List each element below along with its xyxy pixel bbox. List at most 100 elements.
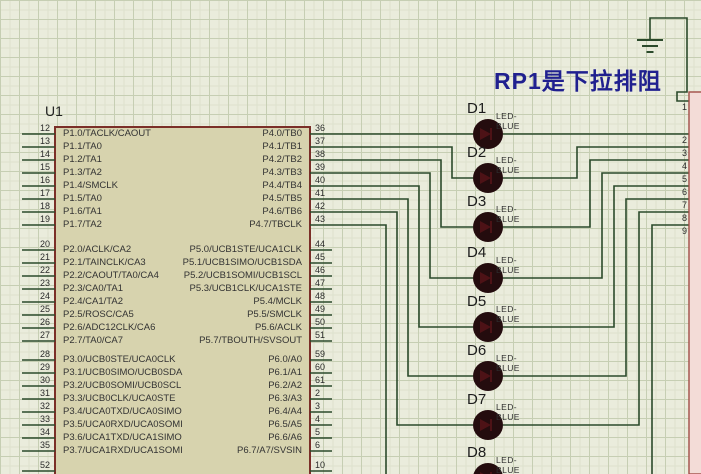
rp1-pin-number: 3 bbox=[682, 148, 687, 158]
rp1-pin-number: 6 bbox=[682, 187, 687, 197]
pin-number-right: 46 bbox=[315, 265, 325, 275]
pin-number-right: 40 bbox=[315, 175, 325, 185]
pin-row: 14 P1.2/TA1 P4.2/TB2 38 bbox=[0, 153, 701, 166]
pin-number-left: 25 bbox=[18, 304, 50, 314]
pin-number-right: 38 bbox=[315, 149, 325, 159]
schematic-canvas: U1 RP1是下拉排阻 12 P1.0/TACLK/CAOUT P4.0/TB0… bbox=[0, 0, 701, 474]
pin-number-left: 19 bbox=[18, 214, 50, 224]
pin-number-left: 30 bbox=[18, 375, 50, 385]
pin-row: 33 P3.5/UCA0RXD/UCA0SOMI P6.5/A5 4 bbox=[0, 418, 701, 431]
rp1-pin-number: 2 bbox=[682, 135, 687, 145]
pin-number-left: 21 bbox=[18, 252, 50, 262]
pin-number-left: 27 bbox=[18, 330, 50, 340]
pin-row: 35 P3.7/UCA1RXD/UCA1SOMI P6.7/A7/SVSIN 6 bbox=[0, 444, 701, 457]
pin-label-right: P5.1/UCB1SIMO/UCB1SDA bbox=[183, 256, 302, 269]
pin-number-left: 34 bbox=[18, 427, 50, 437]
mcu-ref-label: U1 bbox=[45, 103, 63, 119]
pin-label-right: P6.6/A6 bbox=[268, 431, 302, 444]
pin-number-right: 59 bbox=[315, 349, 325, 359]
pin-number-right: 3 bbox=[315, 401, 320, 411]
pin-number-left: 17 bbox=[18, 188, 50, 198]
ground-icon[interactable] bbox=[637, 40, 663, 52]
rp1-pin-number: 4 bbox=[682, 161, 687, 171]
pin-label-right: P5.3/UCB1CLK/UCA1STE bbox=[190, 282, 302, 295]
pin-label-left: P1.3/TA2 bbox=[63, 166, 102, 179]
pin-number-left: 29 bbox=[18, 362, 50, 372]
pin-row: 19 P1.7/TA2 P4.7/TBCLK 43 bbox=[0, 218, 701, 231]
pin-number-left: 52 bbox=[18, 460, 50, 470]
rp1-pin-number: 7 bbox=[682, 200, 687, 210]
pin-number-right: 42 bbox=[315, 201, 325, 211]
pin-group-p3-p6: 28 P3.0/UCB0STE/UCA0CLK P6.0/A0 59 29 P3… bbox=[0, 353, 701, 457]
pin-label-right: P6.3/A3 bbox=[268, 392, 302, 405]
pin-number-left: 16 bbox=[18, 175, 50, 185]
pin-label-left: P3.1/UCB0SIMO/UCB0SDA bbox=[63, 366, 182, 379]
pin-label-left: P2.0/ACLK/CA2 bbox=[63, 243, 131, 256]
pin-row: 17 P1.5/TA0 P4.5/TB5 41 bbox=[0, 192, 701, 205]
pin-number-left: 28 bbox=[18, 349, 50, 359]
rp1-pin-number: 1 bbox=[682, 102, 687, 112]
led-ref-label: D3 bbox=[467, 193, 486, 210]
pin-label-right: P4.2/TB2 bbox=[262, 153, 302, 166]
pin-number-right: 44 bbox=[315, 239, 325, 249]
pin-label-left: P1.6/TA1 bbox=[63, 205, 102, 218]
pin-number-left: 31 bbox=[18, 388, 50, 398]
pin-number-left: 14 bbox=[18, 149, 50, 159]
pin-row: 15 P1.3/TA2 P4.3/TB3 39 bbox=[0, 166, 701, 179]
pin-number-left: 35 bbox=[18, 440, 50, 450]
pin-label-right: P4.7/TBCLK bbox=[249, 218, 302, 231]
pin-label-left: P3.4/UCA0TXD/UCA0SIMO bbox=[63, 405, 182, 418]
pin-label-left: P1.5/TA0 bbox=[63, 192, 102, 205]
pin-row: 20 P2.0/ACLK/CA2 P5.0/UCB1STE/UCA1CLK 44 bbox=[0, 243, 701, 256]
pin-label-left: P3.2/UCB0SOMI/UCB0SCL bbox=[63, 379, 181, 392]
pin-label-right: P5.7/TBOUTH/SVSOUT bbox=[199, 334, 302, 347]
pin-number-right: 6 bbox=[315, 440, 320, 450]
pin-label-right: P5.5/SMCLK bbox=[247, 308, 302, 321]
pin-row: 28 P3.0/UCB0STE/UCA0CLK P6.0/A0 59 bbox=[0, 353, 701, 366]
pin-number-right: 5 bbox=[315, 427, 320, 437]
pin-label-right: P6.7/A7/SVSIN bbox=[237, 444, 302, 457]
pin-label-left: P3.0/UCB0STE/UCA0CLK bbox=[63, 353, 175, 366]
led-model-label: LED-BLUE bbox=[496, 204, 520, 224]
pin-row: 18 P1.6/TA1 P4.6/TB6 42 bbox=[0, 205, 701, 218]
pin-row: 23 P2.3/CA0/TA1 P5.3/UCB1CLK/UCA1STE 47 bbox=[0, 282, 701, 295]
pin-label-right: P5.6/ACLK bbox=[255, 321, 302, 334]
pin-row: 27 P2.7/TA0/CA7 P5.7/TBOUTH/SVSOUT 51 bbox=[0, 334, 701, 347]
pin-label-right: P6.0/A0 bbox=[268, 353, 302, 366]
pin-label-right: P4.6/TB6 bbox=[262, 205, 302, 218]
pin-label-right: P4.0/TB0 bbox=[262, 127, 302, 140]
pin-label-right: P4.5/TB5 bbox=[262, 192, 302, 205]
pin-number-right: 39 bbox=[315, 162, 325, 172]
pin-number-left: 15 bbox=[18, 162, 50, 172]
pin-label-left: P1.7/TA2 bbox=[63, 218, 102, 231]
pin-label-right: P5.4/MCLK bbox=[253, 295, 302, 308]
pin-group-p1-p4: 12 P1.0/TACLK/CAOUT P4.0/TB0 36 13 P1.1/… bbox=[0, 127, 701, 231]
pin-label-left: P2.2/CAOUT/TA0/CA4 bbox=[63, 269, 159, 282]
pin-number-right: 50 bbox=[315, 317, 325, 327]
pin-number-right: 41 bbox=[315, 188, 325, 198]
pin-number-right: 10 bbox=[315, 460, 325, 470]
pin-label-left: P1.1/TA0 bbox=[63, 140, 102, 153]
led-model-label: LED-BLUE bbox=[496, 255, 520, 275]
led-model-label: LED-BLUE bbox=[496, 155, 520, 175]
pin-number-right: 36 bbox=[315, 123, 325, 133]
pin-row: 16 P1.4/SMCLK P4.4/TB4 40 bbox=[0, 179, 701, 192]
pin-row: 13 P1.1/TA0 P4.1/TB1 37 bbox=[0, 140, 701, 153]
pin-label-left: P2.7/TA0/CA7 bbox=[63, 334, 123, 347]
led-model-label: LED-BLUE bbox=[496, 455, 520, 474]
pin-row: 34 P3.6/UCA1TXD/UCA1SIMO P6.6/A6 5 bbox=[0, 431, 701, 444]
pin-row: 24 P2.4/CA1/TA2 P5.4/MCLK 48 bbox=[0, 295, 701, 308]
led-model-label: LED-BLUE bbox=[496, 111, 520, 131]
pin-label-right: P6.1/A1 bbox=[268, 366, 302, 379]
pin-number-left: 32 bbox=[18, 401, 50, 411]
pin-row: 25 P2.5/ROSC/CA5 P5.5/SMCLK 49 bbox=[0, 308, 701, 321]
rp1-pin-number: 8 bbox=[682, 213, 687, 223]
pin-row: 29 P3.1/UCB0SIMO/UCB0SDA P6.1/A1 60 bbox=[0, 366, 701, 379]
pin-number-right: 37 bbox=[315, 136, 325, 146]
pin-label-left: P3.3/UCB0CLK/UCA0STE bbox=[63, 392, 175, 405]
led-model-label: LED-BLUE bbox=[496, 353, 520, 373]
pin-label-right: P6.2/A2 bbox=[268, 379, 302, 392]
pin-number-right: 45 bbox=[315, 252, 325, 262]
pin-label-right: P4.4/TB4 bbox=[262, 179, 302, 192]
pin-number-left: 24 bbox=[18, 291, 50, 301]
